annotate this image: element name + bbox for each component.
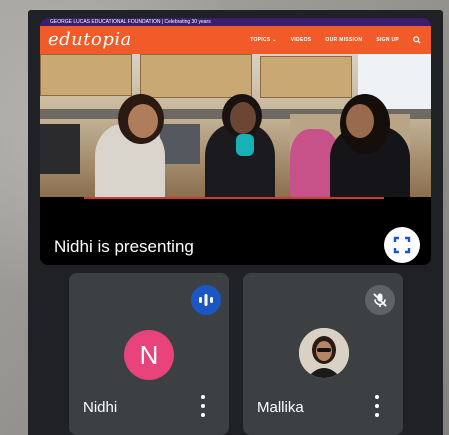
more-options-button[interactable] [197, 393, 209, 419]
avatar: N [124, 330, 174, 380]
site-nav-signup: SIGN UP [376, 37, 399, 43]
participant-tile-mallika[interactable]: Mallika [243, 273, 403, 435]
presenter-label: Nidhi is presenting [54, 237, 194, 256]
site-banner: GEORGE LUCAS EDUCATIONAL FOUNDATION | Ce… [40, 18, 431, 26]
participant-name: Nidhi [83, 399, 118, 416]
more-vert-icon [375, 393, 379, 419]
mute-indicator [365, 285, 395, 315]
site-nav-mission: OUR MISSION [325, 37, 363, 43]
participant-name: Mallika [257, 399, 304, 416]
more-vert-icon [201, 393, 205, 419]
search-icon [413, 36, 421, 44]
site-nav-topics: TOPICS ⌄ [250, 37, 277, 43]
participant-tile-nidhi[interactable]: N Nidhi [69, 273, 229, 435]
site-navbar: edutopia TOPICS ⌄ VIDEOS OUR MISSION SIG… [40, 26, 431, 54]
fullscreen-icon [393, 236, 411, 254]
avatar-photo-image [299, 328, 349, 378]
site-nav-links: TOPICS ⌄ VIDEOS OUR MISSION SIGN UP [250, 26, 421, 54]
site-logo: edutopia [48, 29, 132, 50]
avatar [299, 328, 349, 378]
fullscreen-button[interactable] [384, 227, 420, 263]
presentation-photo [40, 54, 431, 197]
meet-window: GEORGE LUCAS EDUCATIONAL FOUNDATION | Ce… [28, 10, 443, 435]
presentation-stage: GEORGE LUCAS EDUCATIONAL FOUNDATION | Ce… [40, 18, 431, 265]
site-nav-videos: VIDEOS [290, 37, 312, 43]
mic-off-icon [373, 293, 387, 307]
speaking-indicator [191, 285, 221, 315]
audio-level-icon [199, 294, 213, 306]
presentation-accent-line [84, 197, 384, 199]
more-options-button[interactable] [371, 393, 383, 419]
